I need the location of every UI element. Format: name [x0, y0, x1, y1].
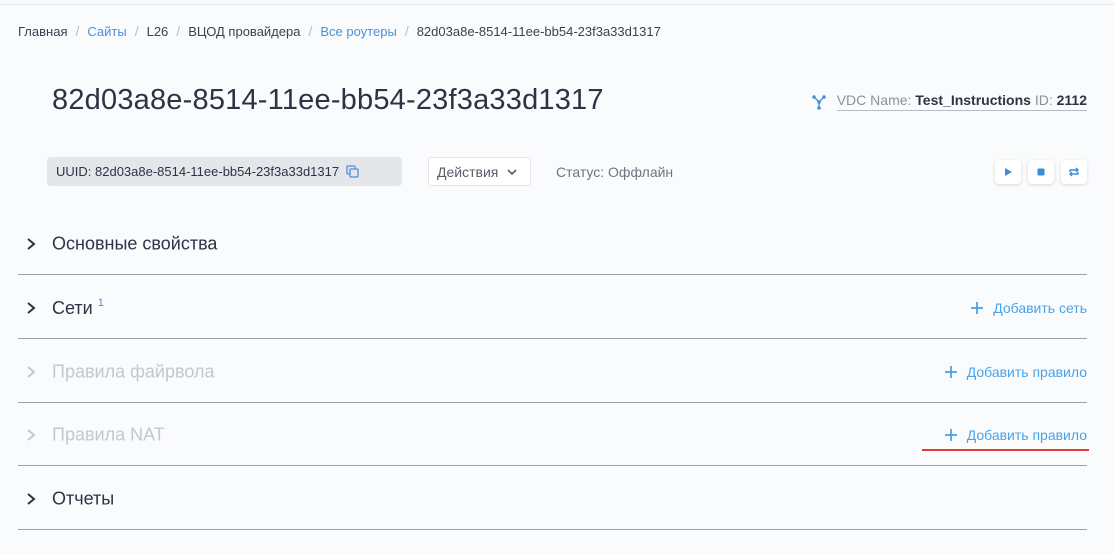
restart-icon — [1069, 167, 1079, 177]
add-network-button[interactable]: Добавить сеть — [970, 300, 1087, 316]
section-divider — [18, 274, 1087, 275]
play-icon — [1005, 168, 1012, 176]
section-label: Правила NAT — [52, 424, 165, 444]
vdc-info-link[interactable]: VDC Name: Test_Instructions ID: 2112 — [836, 92, 1087, 111]
breadcrumb-separator: / — [134, 23, 139, 39]
vdc-id-value: 2112 — [1056, 92, 1087, 108]
chevron-right-icon — [27, 428, 36, 441]
add-network-label: Добавить сеть — [993, 299, 1087, 316]
section-label: Отчеты — [52, 488, 115, 508]
add-firewall-rule-label: Добавить правило — [966, 363, 1087, 380]
vdc-info: VDC Name: Test_Instructions ID: 2112 — [811, 92, 1087, 111]
chevron-right-icon — [27, 492, 36, 505]
stop-icon — [1037, 168, 1045, 176]
start-button[interactable] — [995, 160, 1021, 184]
vdc-name-value: Test_Instructions — [915, 92, 1031, 108]
uuid-text: UUID: 82d03a8e-8514-11ee-bb54-23f3a33d13… — [56, 164, 340, 179]
section-divider — [18, 465, 1087, 466]
highlight-underline — [922, 449, 1089, 451]
copy-icon[interactable] — [346, 165, 359, 178]
section-nat-rules[interactable]: Правила NAT Добавить правило — [18, 403, 1087, 466]
section-basic-properties[interactable]: Основные свойства — [18, 212, 1087, 275]
breadcrumb: Главная / Сайты / L26 / ВЦОД провайдера … — [18, 22, 661, 40]
plus-icon — [944, 428, 957, 441]
chevron-right-icon — [27, 301, 36, 314]
breadcrumb-sites[interactable]: Сайты — [87, 24, 126, 39]
vdc-name-label: VDC Name: — [836, 92, 912, 108]
section-label: Правила файрвола — [52, 361, 215, 381]
add-firewall-rule-button[interactable]: Добавить правило — [944, 364, 1087, 380]
breadcrumb-separator: / — [176, 23, 181, 39]
chevron-right-icon — [27, 237, 36, 250]
section-divider — [18, 338, 1087, 339]
vdc-id-label: ID: — [1034, 92, 1053, 108]
actions-label: Действия — [437, 163, 499, 180]
section-networks[interactable]: Сети 1 Добавить сеть — [18, 276, 1087, 339]
section-reports[interactable]: Отчеты — [18, 467, 1087, 530]
chevron-right-icon — [27, 365, 36, 378]
plus-icon — [971, 301, 984, 314]
uuid-chip: UUID: 82d03a8e-8514-11ee-bb54-23f3a33d13… — [47, 157, 402, 186]
section-divider — [18, 529, 1087, 530]
section-label-text: Сети — [52, 297, 93, 318]
restart-button[interactable] — [1061, 160, 1087, 184]
breadcrumb-home[interactable]: Главная — [18, 24, 67, 39]
status-text: Статус: Оффлайн — [556, 164, 674, 180]
networks-count-badge: 1 — [97, 296, 104, 309]
breadcrumb-separator: / — [404, 23, 409, 39]
breadcrumb-l26[interactable]: L26 — [147, 24, 169, 39]
add-nat-rule-label: Добавить правило — [966, 426, 1087, 443]
breadcrumb-separator: / — [75, 23, 80, 39]
breadcrumb-provider-vdc[interactable]: ВЦОД провайдера — [188, 24, 300, 39]
page-title: 82d03a8e-8514-11ee-bb54-23f3a33d1317 — [52, 84, 604, 116]
chevron-down-icon — [507, 168, 517, 175]
network-topology-icon — [811, 94, 826, 110]
section-label: Основные свойства — [52, 233, 218, 253]
actions-dropdown[interactable]: Действия — [428, 157, 531, 186]
breadcrumb-separator: / — [308, 23, 313, 39]
section-firewall-rules[interactable]: Правила файрвола Добавить правило — [18, 340, 1087, 403]
top-divider — [0, 4, 1115, 5]
plus-icon — [944, 365, 957, 378]
breadcrumb-current: 82d03a8e-8514-11ee-bb54-23f3a33d1317 — [416, 23, 661, 39]
section-label: Сети 1 — [52, 297, 104, 319]
stop-button[interactable] — [1028, 160, 1054, 184]
breadcrumb-all-routers[interactable]: Все роутеры — [320, 24, 396, 39]
add-nat-rule-button[interactable]: Добавить правило — [944, 427, 1087, 443]
